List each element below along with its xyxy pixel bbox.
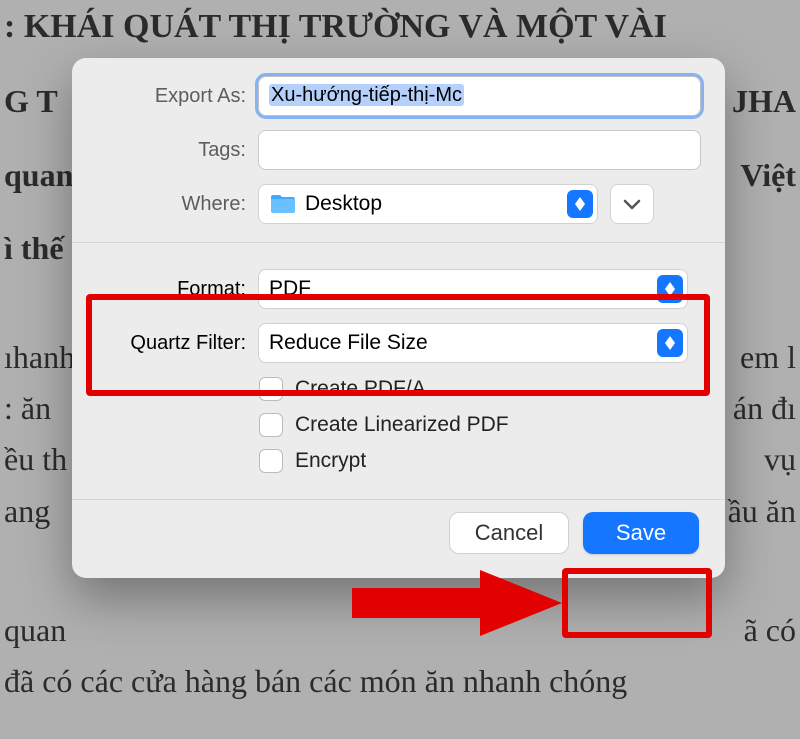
- export-as-input[interactable]: Xu-hướng-tiếp-thị-Mc: [258, 76, 701, 116]
- format-value: PDF: [269, 277, 657, 301]
- export-dialog: Export As: Xu-hướng-tiếp-thị-Mc Tags: Wh…: [72, 58, 725, 578]
- export-as-label: Export As:: [96, 85, 246, 108]
- where-value: Desktop: [305, 192, 567, 216]
- format-popup[interactable]: PDF: [258, 269, 688, 309]
- encrypt-label: Encrypt: [295, 449, 366, 473]
- cancel-button[interactable]: Cancel: [449, 512, 569, 554]
- filename-text: Xu-hướng-tiếp-thị-Mc: [269, 84, 464, 106]
- tags-label: Tags:: [96, 139, 246, 162]
- separator: [72, 242, 725, 243]
- expand-button[interactable]: [610, 184, 654, 224]
- where-label: Where:: [96, 193, 246, 216]
- save-button[interactable]: Save: [583, 512, 699, 554]
- folder-icon: [269, 193, 297, 215]
- format-label: Format:: [96, 278, 246, 301]
- tags-input[interactable]: [258, 130, 701, 170]
- create-pdfa-label: Create PDF/A: [295, 377, 426, 401]
- quartz-filter-value: Reduce File Size: [269, 331, 657, 355]
- updown-icon: [657, 329, 683, 357]
- quartz-filter-label: Quartz Filter:: [96, 332, 246, 355]
- separator: [72, 499, 725, 500]
- create-linearized-label: Create Linearized PDF: [295, 413, 509, 437]
- create-linearized-checkbox[interactable]: [259, 413, 283, 437]
- updown-icon: [567, 190, 593, 218]
- encrypt-checkbox[interactable]: [259, 449, 283, 473]
- chevron-down-icon: [623, 199, 641, 210]
- create-pdfa-checkbox[interactable]: [259, 377, 283, 401]
- where-popup[interactable]: Desktop: [258, 184, 598, 224]
- updown-icon: [657, 275, 683, 303]
- quartz-filter-popup[interactable]: Reduce File Size: [258, 323, 688, 363]
